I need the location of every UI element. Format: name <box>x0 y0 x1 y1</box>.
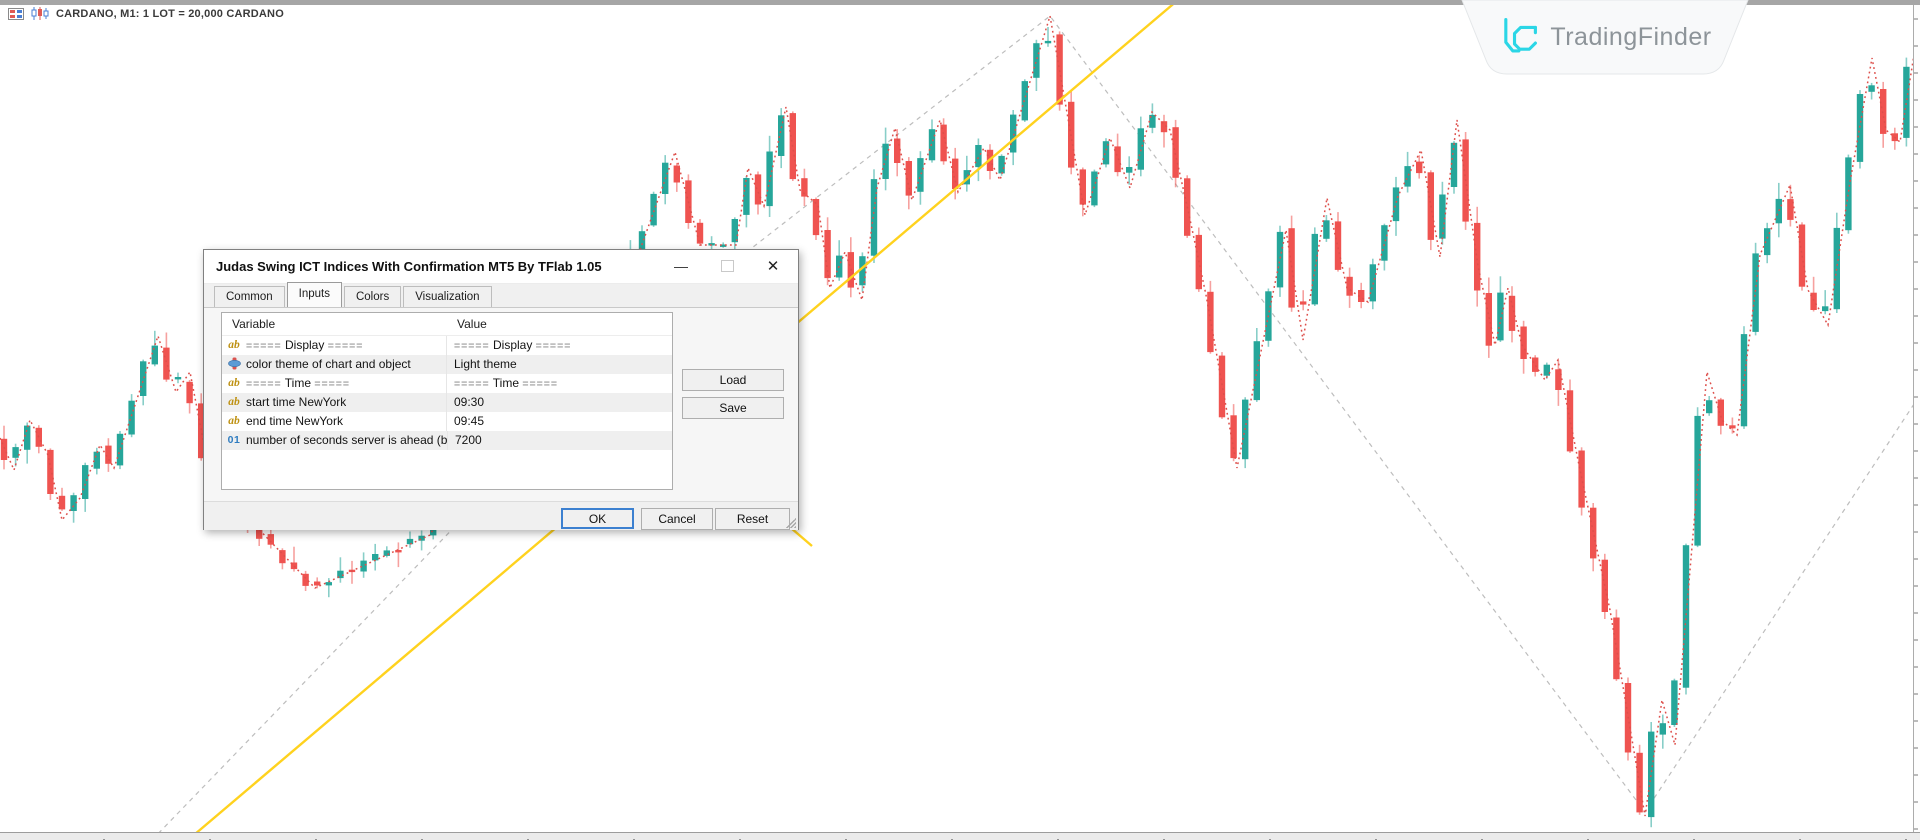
dialog-footer: OK Cancel Reset <box>204 501 798 530</box>
market-depth-icon[interactable] <box>8 8 24 20</box>
reset-button[interactable]: Reset <box>715 508 790 530</box>
chart-symbol-header: CARDANO, M1: 1 LOT = 20,000 CARDANO <box>8 7 284 20</box>
save-button[interactable]: Save <box>682 397 784 419</box>
parameter-value[interactable]: ===== Time ===== <box>447 374 672 393</box>
tradingfinder-logo-text: TradingFinder <box>1550 23 1711 52</box>
load-button[interactable]: Load <box>682 369 784 391</box>
table-header: Variable Value <box>222 313 672 336</box>
parameter-value[interactable]: 7200 <box>448 431 672 450</box>
parameter-value[interactable]: ===== Display ===== <box>447 336 672 355</box>
text-parameter-icon: ab <box>222 413 246 430</box>
chart-type-icon[interactable] <box>31 7 49 20</box>
integer-parameter-icon: 01 <box>222 432 246 449</box>
tab-common[interactable]: Common <box>214 286 285 307</box>
tab-inputs[interactable]: Inputs <box>287 282 342 307</box>
parameter-value[interactable]: 09:30 <box>447 393 672 412</box>
close-icon[interactable]: ✕ <box>756 250 790 282</box>
parameters-table: Variable Value ab===== Display =========… <box>221 312 673 490</box>
inputs-tab-page: Variable Value ab===== Display =========… <box>204 307 798 502</box>
color-parameter-icon <box>222 356 246 373</box>
column-header-variable: Variable <box>222 313 447 335</box>
parameter-row[interactable]: ab===== Time ========== Time ===== <box>222 374 672 393</box>
indicator-settings-dialog: Judas Swing ICT Indices With Confirmatio… <box>203 249 799 530</box>
tradingfinder-logo-icon <box>1498 15 1538 59</box>
ok-button[interactable]: OK <box>561 508 634 529</box>
parameter-name[interactable]: abend time NewYork <box>222 412 447 431</box>
column-header-value: Value <box>447 313 672 335</box>
parameter-name[interactable]: ab===== Display ===== <box>222 336 447 355</box>
mt5-window: CARDANO, M1: 1 LOT = 20,000 CARDANO Trad… <box>0 0 1920 840</box>
dialog-titlebar[interactable]: Judas Swing ICT Indices With Confirmatio… <box>204 250 798 284</box>
resize-grip[interactable] <box>786 518 796 528</box>
parameter-row[interactable]: abstart time NewYork09:30 <box>222 393 672 412</box>
dialog-title: Judas Swing ICT Indices With Confirmatio… <box>216 259 602 274</box>
maximize-button[interactable] <box>710 250 744 282</box>
parameter-name[interactable]: ab===== Time ===== <box>222 374 447 393</box>
time-axis[interactable] <box>0 832 1920 840</box>
dialog-tabs: CommonInputsColorsVisualization <box>204 283 798 307</box>
parameter-name[interactable]: 01number of seconds server is ahead (ba.… <box>222 431 448 450</box>
parameter-value[interactable]: Light theme <box>447 355 672 374</box>
price-axis[interactable] <box>1913 5 1920 833</box>
cancel-button[interactable]: Cancel <box>641 508 713 530</box>
text-parameter-icon: ab <box>222 375 246 392</box>
symbol-title: CARDANO, M1: 1 LOT = 20,000 CARDANO <box>56 8 284 20</box>
parameter-value[interactable]: 09:45 <box>447 412 672 431</box>
tab-visualization[interactable]: Visualization <box>403 286 491 307</box>
tab-colors[interactable]: Colors <box>344 286 401 307</box>
parameter-name[interactable]: color theme of chart and object <box>222 355 447 374</box>
tradingfinder-badge: TradingFinder <box>1452 0 1758 80</box>
parameter-name[interactable]: abstart time NewYork <box>222 393 447 412</box>
text-parameter-icon: ab <box>222 394 246 411</box>
parameter-row[interactable]: ab===== Display ========== Display ===== <box>222 336 672 355</box>
minimize-button[interactable]: — <box>664 250 698 282</box>
parameter-row[interactable]: abend time NewYork09:45 <box>222 412 672 431</box>
text-parameter-icon: ab <box>222 337 246 354</box>
parameter-row[interactable]: color theme of chart and objectLight the… <box>222 355 672 374</box>
parameter-row[interactable]: 01number of seconds server is ahead (ba.… <box>222 431 672 450</box>
